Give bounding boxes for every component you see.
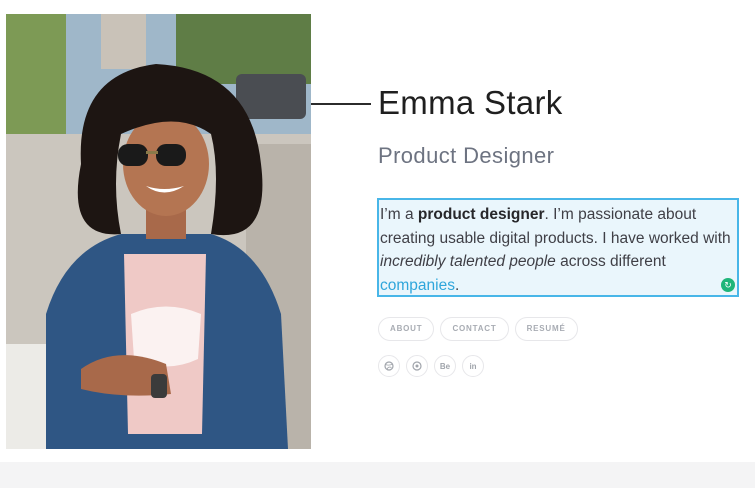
- github-icon[interactable]: [406, 355, 428, 377]
- profile-name: Emma Stark: [378, 84, 563, 121]
- bio-text-block-selected[interactable]: I’m a product designer. I’m passionate a…: [377, 198, 739, 297]
- profile-nav: ABOUT CONTACT RESUMÉ: [378, 317, 578, 341]
- bio-strong: product designer: [417, 206, 545, 223]
- profile-title: Product Designer: [378, 143, 555, 168]
- social-links: Be in: [378, 355, 484, 377]
- resume-button[interactable]: RESUMÉ: [514, 317, 578, 341]
- bio-paragraph[interactable]: I’m a product designer. I’m passionate a…: [380, 203, 735, 297]
- profile-photo: [6, 14, 311, 449]
- block-handle-icon[interactable]: ↻: [721, 278, 735, 292]
- name-connector-line: [311, 103, 371, 105]
- about-button[interactable]: ABOUT: [378, 317, 435, 341]
- bio-emphasis: incredibly talented people: [380, 253, 556, 270]
- profile-card: Emma Stark Product Designer I’m a produc…: [0, 0, 755, 462]
- dribbble-icon[interactable]: [378, 355, 400, 377]
- linkedin-icon[interactable]: in: [462, 355, 484, 377]
- behance-icon[interactable]: Be: [434, 355, 456, 377]
- companies-link[interactable]: companies: [380, 277, 455, 294]
- contact-button[interactable]: CONTACT: [440, 317, 509, 341]
